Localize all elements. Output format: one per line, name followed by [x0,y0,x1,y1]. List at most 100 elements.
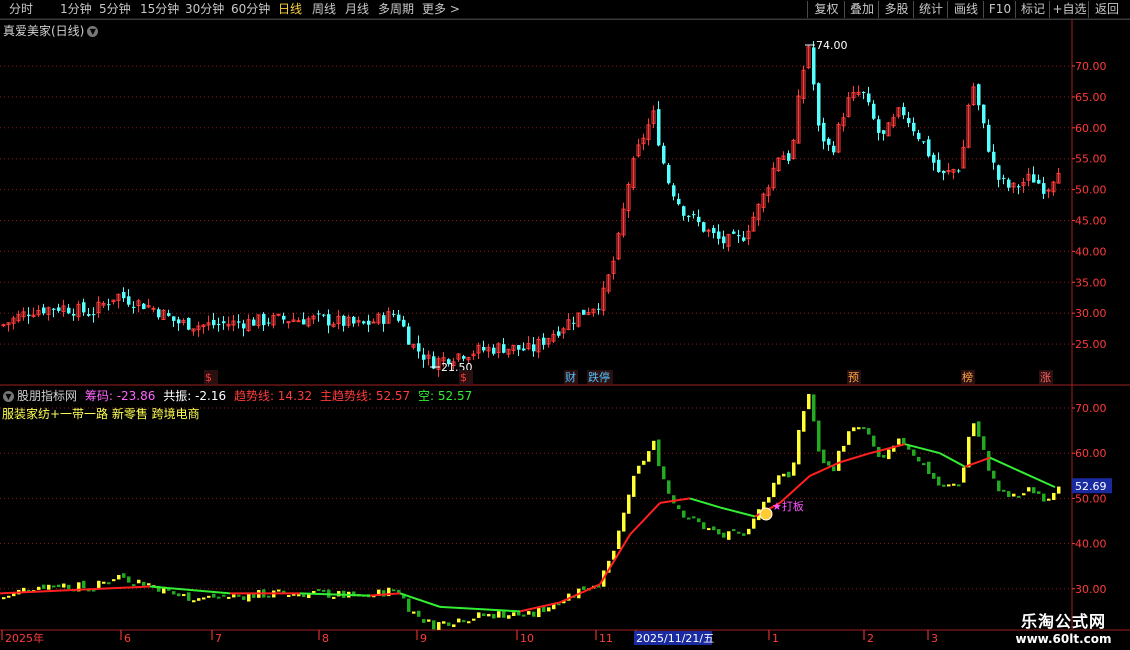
indicator-tick: 70.00 [1075,402,1107,415]
trend-segment [439,605,481,611]
watermark: 乐淘公式网 www.60lt.com [1001,608,1126,646]
indicator-bar [47,584,51,590]
indicator-bar [882,454,886,458]
indicator-bar [407,598,411,612]
indicator-bar [807,394,811,410]
trend-line [0,443,1056,613]
trend-segment [629,502,661,536]
candle-body [597,308,601,310]
indicator-bar [772,482,776,498]
indicator-bar [692,516,696,519]
indicator-bar [1032,487,1036,494]
indicator-bar [462,620,466,623]
price-tick: 35.00 [1075,276,1107,289]
indicator-bar [487,613,491,617]
candle-body [722,236,726,244]
candle-body [92,314,96,316]
indicator-tick: 50.00 [1075,492,1107,505]
indicator-bar [907,446,911,450]
indicator-tick: 60.00 [1075,447,1107,460]
event-marker: 财 [565,370,576,384]
indicator-bar [447,622,451,626]
trend-segment [939,452,966,468]
price-tick: 25.00 [1075,338,1107,351]
candle-body [222,321,226,324]
trend-segment [99,585,151,590]
indicator-bar [707,528,711,531]
indicator-bar [1002,489,1006,492]
indicator-bar [647,451,651,462]
indicator-bar [927,461,931,475]
indicator-bar [687,517,691,520]
candle-body [87,314,91,316]
chevron-down-icon[interactable]: ▼ [87,26,99,37]
trend-segment [599,534,631,585]
trend-segment [399,592,441,608]
candle-body [72,313,76,316]
indicator-tick: 30.00 [1075,583,1107,596]
cursor-date: 2025/11/21/五 [636,632,714,645]
candle-body [902,107,906,116]
candle-body [252,319,256,326]
candle-body [262,313,266,326]
indicator-name: 股朋指标网 [17,389,78,403]
indicator-bar [237,594,241,597]
indicator-bar [312,591,316,594]
indicator-bar [977,421,981,437]
indicator-bar [622,512,626,532]
chart-canvas[interactable]: 70.00 65.00 60.00 55.00 50.00 45.00 40.00 35.00… [0,0,1130,650]
candle-body [217,323,221,325]
candle-body [822,122,826,142]
price-axes: 70.00 65.00 60.00 55.00 50.00 45.00 40.00 35.00… [1072,60,1112,596]
indicator-bar [202,597,206,600]
candle-body [276,313,281,316]
trend-segment [779,475,811,504]
indicator-bar [67,584,71,589]
indicator-bar [537,608,541,618]
indicator-bar [737,531,741,534]
candle-body [1,324,6,327]
indicator-bar [847,431,851,445]
candle-body [492,347,496,354]
candle-body [992,151,996,163]
candle-body [957,170,961,172]
indicator-bar [497,611,501,618]
candle-body [687,215,691,217]
price-tick: 60.00 [1075,122,1107,135]
candle-body [67,307,71,314]
indicator-bar [637,465,641,474]
indicator-bar [417,610,421,617]
indicator-bar [107,582,111,585]
indicator-bar [1042,493,1046,502]
indicator-bar [657,439,661,467]
trend-segment [559,583,601,604]
indicator-bar [287,595,291,598]
candle-body [422,354,426,360]
current-price-label: 52.69 [1075,480,1107,493]
date-label: 7 [215,632,222,645]
indicator-bar [817,420,821,452]
indicator-bar [22,587,26,592]
indicator-bar [97,580,101,589]
indicator-bar [317,588,321,591]
candle-body [712,227,716,234]
indicator-bar [547,607,551,612]
indicator-bar [792,462,796,476]
indicator-bar [502,611,506,618]
indicator-bar [722,532,726,538]
candle-body [702,222,706,232]
candle-body [167,313,171,316]
date-label: 11 [599,632,613,645]
indicator-bar [787,471,791,478]
indicator-bar [1057,486,1061,494]
candle-body [1037,179,1041,184]
indicator-bar [127,576,131,583]
indicator-bar [247,593,251,602]
event-marker: 预 [848,371,859,384]
candle-body [212,319,216,326]
price-tick: 70.00 [1075,60,1107,73]
indicator-bar [652,440,656,450]
indicator-bar [1017,495,1021,498]
chevron-down-icon[interactable]: ▼ [3,391,14,402]
candle-body [977,84,981,106]
